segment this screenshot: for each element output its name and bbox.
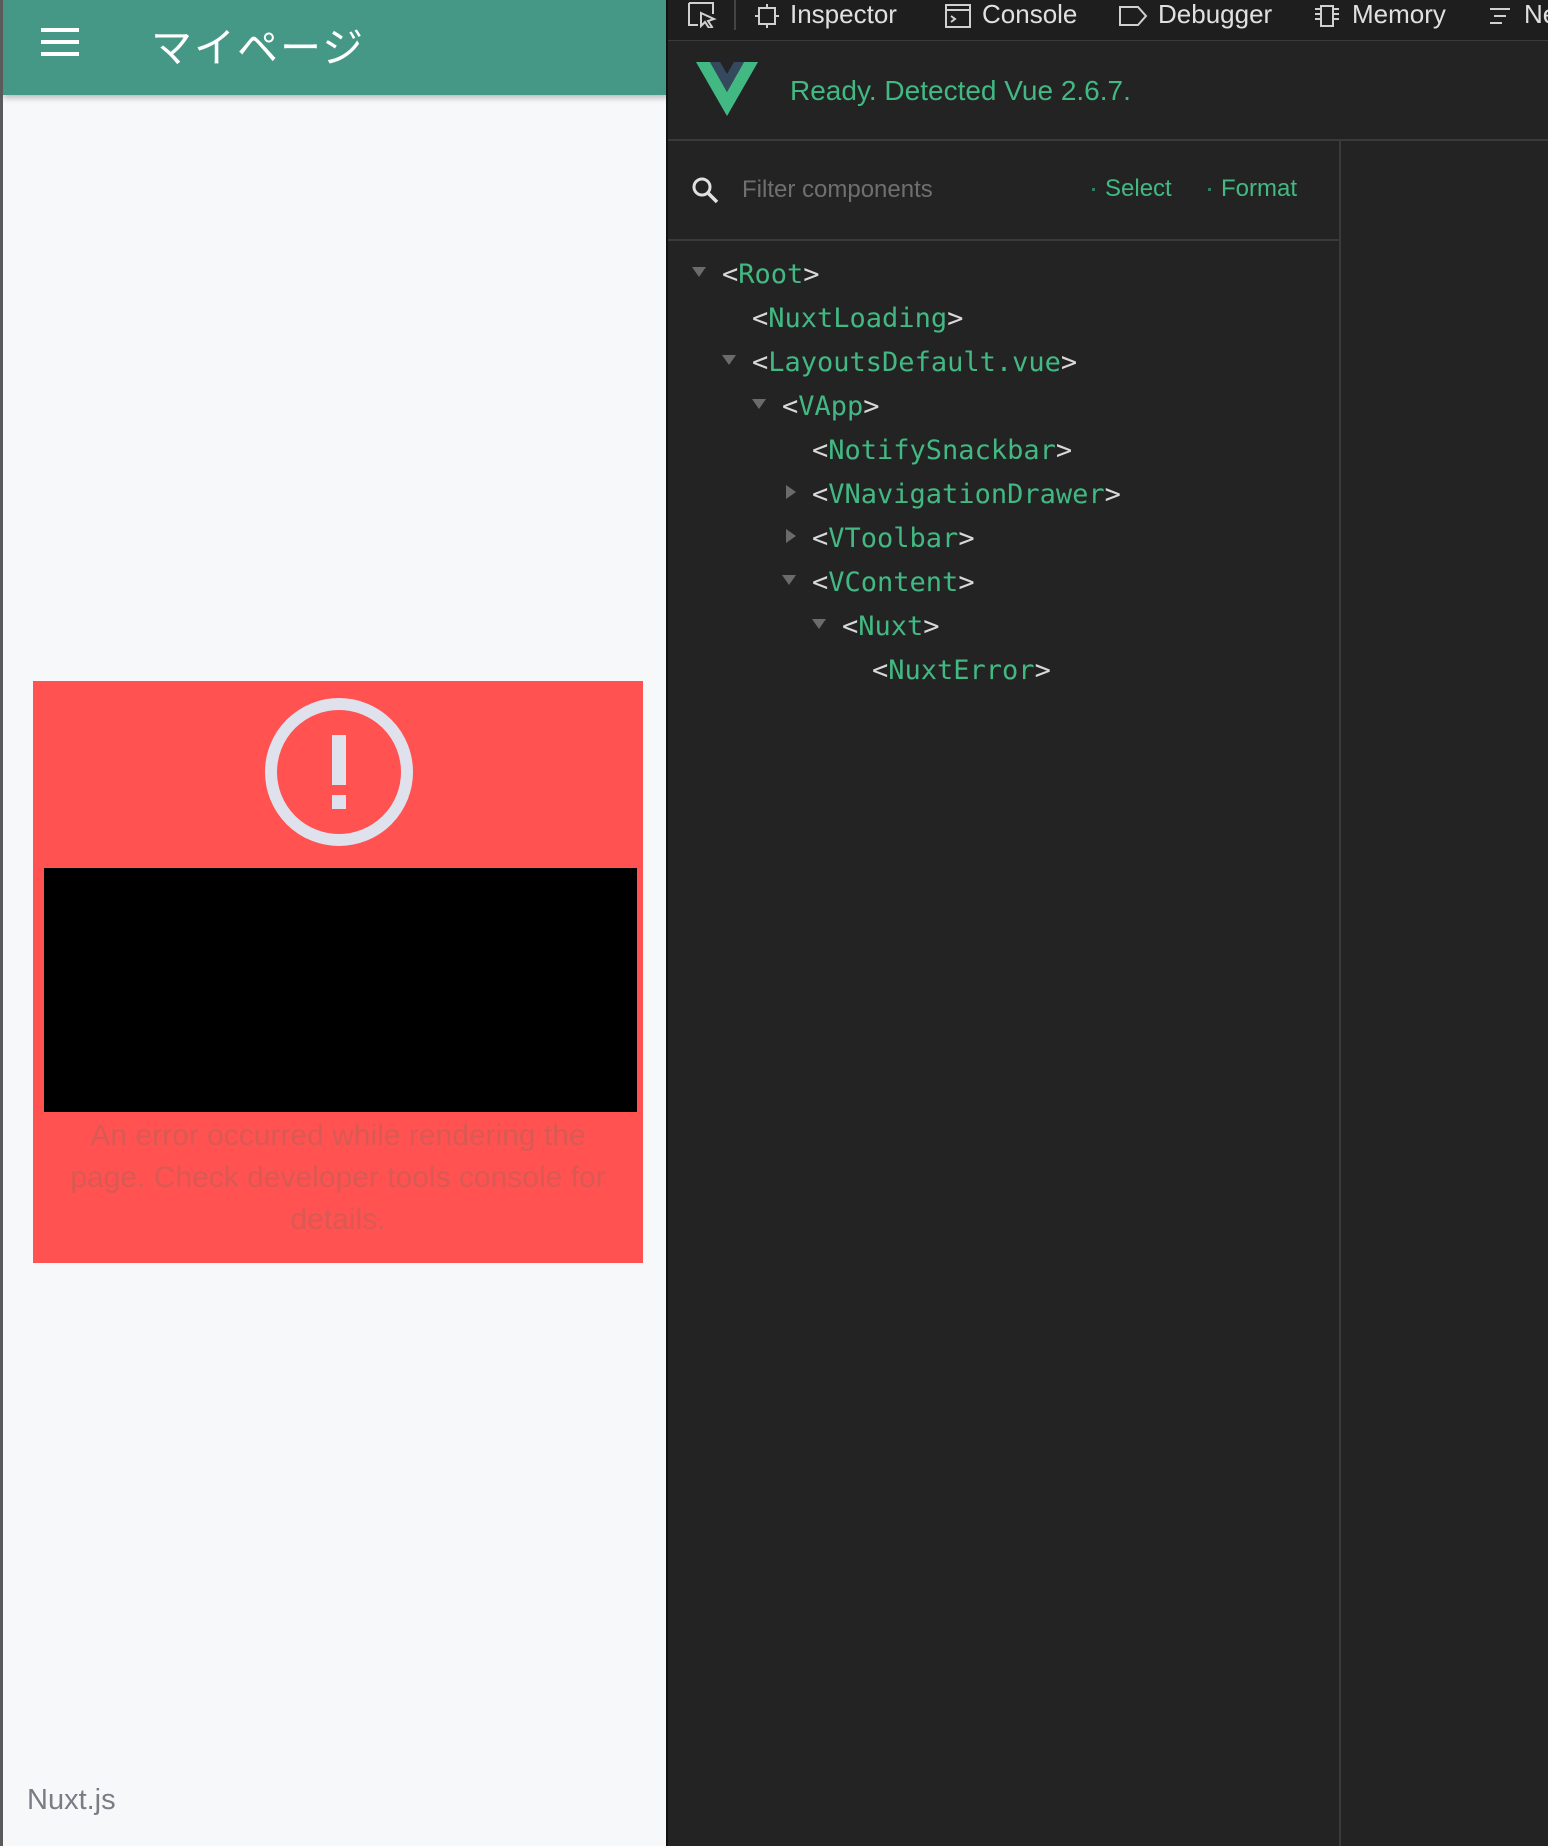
tab-network[interactable]: Ne — [1488, 0, 1548, 28]
select-label: Select — [1105, 175, 1172, 202]
component-name: VNavigationDrawer — [828, 479, 1105, 510]
console-icon — [945, 4, 971, 29]
tag-bracket: > — [863, 391, 880, 422]
component-name: NotifySnackbar — [828, 435, 1056, 466]
search-icon — [692, 177, 719, 204]
tree-node-notifysnackbar[interactable]: <NotifySnackbar> — [812, 431, 1072, 471]
tab-label: Console — [982, 0, 1078, 29]
tree-node-nuxterror[interactable]: <NuxtError> — [872, 651, 1051, 691]
app-viewport: マイページ An error occurred while rendering … — [0, 0, 666, 1846]
tag-bracket: < — [752, 347, 769, 378]
components-pane: Select Format <Root><NuxtLoading><Layout… — [668, 141, 1341, 1846]
memory-icon — [1315, 5, 1339, 28]
component-name: VToolbar — [828, 523, 959, 554]
tag-bracket: > — [1060, 347, 1078, 378]
tab-inspector[interactable]: Inspector — [754, 0, 897, 29]
vue-devtools-header: Ready. Detected Vue 2.6.7. — [668, 41, 1548, 141]
component-name: LayoutsDefault.vue — [768, 347, 1061, 378]
tree-node-layoutsdefault-vue[interactable]: <LayoutsDefault.vue> — [722, 343, 1078, 383]
tree-node-vtoolbar[interactable]: <VToolbar> — [786, 519, 975, 559]
footer-text: Nuxt.js — [27, 1784, 116, 1816]
menu-icon[interactable] — [41, 28, 81, 56]
format-label: Format — [1221, 175, 1298, 202]
inspector-icon — [755, 4, 779, 29]
tab-label: Memory — [1352, 0, 1446, 29]
component-name: Nuxt — [858, 611, 924, 642]
tag-bracket: > — [803, 259, 820, 290]
component-name: NuxtError — [888, 655, 1035, 686]
tag-bracket: < — [782, 391, 799, 422]
tag-bracket: > — [1034, 655, 1051, 686]
expand-arrow-icon[interactable] — [786, 485, 796, 499]
page-title: マイページ — [151, 24, 366, 72]
collapse-arrow-icon[interactable] — [812, 619, 826, 629]
toolbar-separator — [734, 0, 736, 30]
expand-arrow-icon[interactable] — [786, 529, 796, 543]
tag-bracket: > — [947, 303, 964, 334]
debugger-icon — [1119, 6, 1148, 27]
tree-node-nuxtloading[interactable]: <NuxtLoading> — [752, 299, 963, 339]
tree-node-vcontent[interactable]: <VContent> — [782, 563, 975, 603]
tab-console[interactable]: Console — [944, 0, 1078, 29]
devtools-toolbar: Inspector Console Debugger Memory Ne — [668, 0, 1548, 41]
tag-bracket: > — [1055, 435, 1073, 466]
tag-bracket: < — [752, 303, 769, 334]
tag-bracket: > — [958, 523, 975, 554]
component-name: Root — [738, 259, 804, 290]
redacted-error-message — [44, 868, 637, 1112]
vue-logo-icon — [696, 62, 758, 116]
vue-status-text: Ready. Detected Vue 2.6.7. — [790, 75, 1131, 106]
tag-bracket: > — [958, 567, 975, 598]
collapse-arrow-icon[interactable] — [782, 575, 796, 585]
tree-node-vnavigationdrawer[interactable]: <VNavigationDrawer> — [786, 475, 1121, 515]
filter-bar: Select Format — [668, 141, 1339, 241]
format-button[interactable]: Format — [1208, 175, 1297, 203]
network-icon — [1490, 8, 1510, 25]
alert-circle-icon — [265, 698, 413, 846]
tag-bracket: < — [872, 655, 889, 686]
tag-bracket: > — [1104, 479, 1121, 510]
tag-bracket: > — [923, 611, 940, 642]
tag-bracket: < — [812, 435, 829, 466]
component-name: VApp — [798, 391, 864, 422]
filter-components-input[interactable] — [740, 169, 1074, 211]
tab-memory[interactable]: Memory — [1312, 0, 1446, 28]
element-picker-icon[interactable] — [686, 0, 718, 28]
component-name: VContent — [828, 567, 959, 598]
collapse-arrow-icon[interactable] — [722, 355, 736, 365]
tree-node-nuxt[interactable]: <Nuxt> — [812, 607, 940, 647]
collapse-arrow-icon[interactable] — [692, 267, 706, 277]
tag-bracket: < — [722, 259, 739, 290]
tab-debugger[interactable]: Debugger — [1118, 0, 1272, 28]
component-name: NuxtLoading — [768, 303, 948, 334]
collapse-arrow-icon[interactable] — [752, 399, 766, 409]
tab-label: Inspector — [790, 0, 897, 29]
tree-node-root[interactable]: <Root> — [692, 255, 820, 295]
tree-node-vapp[interactable]: <VApp> — [752, 387, 880, 427]
tag-bracket: < — [812, 523, 829, 554]
tag-bracket: < — [812, 479, 829, 510]
error-description: An error occurred while rendering the pa… — [70, 1119, 606, 1236]
tab-label: Debugger — [1158, 0, 1273, 29]
app-bar: マイページ — [3, 0, 666, 95]
tag-bracket: < — [842, 611, 859, 642]
devtools-panel: Inspector Console Debugger Memory Ne — [666, 0, 1548, 1846]
tab-label: Ne — [1524, 0, 1548, 29]
select-button[interactable]: Select — [1092, 175, 1172, 203]
error-card: An error occurred while rendering the pa… — [33, 681, 643, 1263]
tag-bracket: < — [812, 567, 829, 598]
